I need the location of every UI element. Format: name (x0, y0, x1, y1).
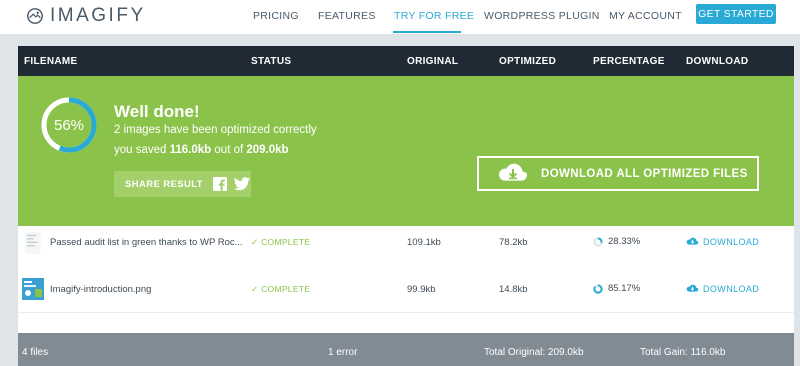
table-row: Passed audit list in green thanks to WP … (18, 226, 794, 270)
header-percentage: PERCENTAGE (593, 56, 665, 67)
table-header: FILENAME STATUS ORIGINAL OPTIMIZED PERCE… (18, 46, 794, 76)
footer-total-original: Total Original: 209.0kb (484, 347, 584, 358)
get-started-button[interactable]: GET STARTED (696, 4, 776, 24)
twitter-icon[interactable] (234, 177, 250, 191)
banner-line-1: 2 images have been optimized correctly (114, 124, 317, 136)
row-download-label: DOWNLOAD (703, 237, 760, 247)
nav-link-try-for-free[interactable]: TRY FOR FREE (394, 10, 474, 22)
nav-link-features[interactable]: FEATURES (318, 10, 376, 22)
row-download-label: DOWNLOAD (703, 284, 760, 294)
row-percentage: 85.17% (593, 283, 640, 294)
row-percentage-label: 85.17% (608, 283, 641, 294)
row-percentage: 28.33% (593, 236, 640, 247)
banner-title: Well done! (114, 102, 200, 121)
check-icon: ✓ (251, 237, 262, 247)
logo[interactable]: IMAGIFY (26, 5, 146, 26)
download-all-label: DOWNLOAD ALL OPTIMIZED FILES (541, 167, 748, 180)
facebook-icon[interactable] (213, 177, 227, 191)
imagify-logo-icon (27, 8, 43, 24)
row-download-link[interactable]: DOWNLOAD (686, 237, 759, 247)
image-thumbnail (25, 232, 41, 254)
check-icon: ✓ (251, 284, 262, 294)
image-thumbnail (22, 278, 44, 300)
banner-line-2-mid: out of (211, 144, 247, 156)
nav-link-my-account[interactable]: MY ACCOUNT (609, 10, 682, 22)
share-result-label: SHARE RESULT (125, 178, 203, 190)
row-status-label: COMPLETE (261, 284, 311, 294)
header-download: DOWNLOAD (686, 56, 749, 67)
row-percentage-label: 28.33% (608, 236, 641, 247)
download-all-button[interactable]: DOWNLOAD ALL OPTIMIZED FILES (477, 156, 759, 191)
footer-file-count: 4 files (22, 347, 49, 358)
cloud-download-icon (499, 163, 527, 181)
header-status: STATUS (251, 56, 292, 67)
row-download-link[interactable]: DOWNLOAD (686, 284, 759, 294)
row-filename: Imagify-introduction.png (50, 284, 152, 295)
logo-text: IMAGIFY (50, 5, 146, 26)
row-optimized-size: 14.8kb (499, 284, 528, 295)
row-status: ✓ COMPLETE (251, 284, 310, 295)
banner-line-2-prefix: you saved (114, 144, 170, 156)
footer-error-count: 1 error (328, 347, 358, 358)
row-optimized-size: 78.2kb (499, 237, 528, 248)
progress-percentage: 56% (53, 116, 85, 134)
table-row: Imagify-introduction.png ✓ COMPLETE 99.9… (18, 269, 794, 313)
footer-total-gain: Total Gain: 116.0kb (640, 347, 726, 358)
header-filename: FILENAME (24, 56, 78, 67)
cloud-download-icon (686, 284, 699, 292)
total-size: 209.0kb (246, 144, 289, 156)
header-optimized: OPTIMIZED (499, 56, 557, 67)
top-nav: IMAGIFY PRICING FEATURES TRY FOR FREE WO… (0, 0, 800, 34)
banner-line-2: you saved 116.0kb out of 209.0kb (114, 144, 289, 157)
row-filename: Passed audit list in green thanks to WP … (50, 237, 243, 248)
share-result-bar: SHARE RESULT (114, 171, 251, 197)
nav-link-pricing[interactable]: PRICING (253, 10, 299, 22)
progress-ring-icon (593, 236, 603, 247)
progress-ring-icon (593, 283, 603, 294)
row-status-label: COMPLETE (261, 237, 311, 247)
cloud-download-icon (686, 237, 699, 245)
row-status: ✓ COMPLETE (251, 237, 310, 248)
nav-link-wordpress-plugin[interactable]: WORDPRESS PLUGIN (484, 10, 600, 22)
header-original: ORIGINAL (407, 56, 459, 67)
row-original-size: 99.9kb (407, 284, 436, 295)
table-footer: 4 files 1 error Total Original: 209.0kb … (18, 333, 794, 366)
saved-size: 116.0kb (169, 144, 212, 156)
active-nav-indicator (393, 31, 461, 33)
row-original-size: 109.1kb (407, 237, 441, 248)
